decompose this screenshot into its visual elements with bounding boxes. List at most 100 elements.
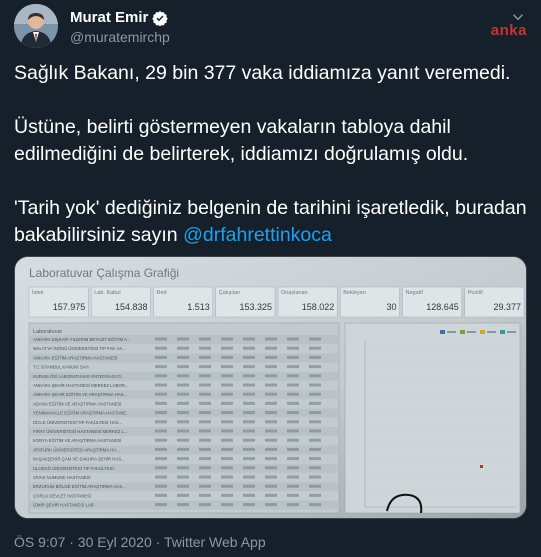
table-cell [287,438,299,442]
stat-value: 1.513 [187,302,210,312]
table-cell [243,337,255,341]
avatar-photo [14,4,58,48]
table-cell [243,438,255,442]
stat-label: Pozitif [468,290,483,296]
author-name-row[interactable]: Murat Emir [70,9,170,26]
lab-table-rows: ANKARA DIŞKAPI YILDIRIM BEYAZIT EĞİTİM A… [30,335,338,510]
table-cell [243,457,255,461]
table-cell [177,503,189,507]
table-cell [221,355,233,359]
table-cell [287,383,299,387]
table-cell [155,503,167,507]
table-cell [243,420,255,424]
table-cell [221,392,233,396]
table-cell [221,457,233,461]
stat-label: Onaylanan [281,290,308,296]
table-cell [177,365,189,369]
table-cell [221,438,233,442]
author-handle[interactable]: @muratemirchp [70,29,170,45]
tweet-timestamp[interactable]: ÖS 9:07 · 30 Eyl 2020 · Twitter Web App [14,534,266,550]
table-cell [155,346,167,350]
table-row-label: ATATÜRK ÜNİVERSİTESİ ARAŞTIRMA HA... [33,447,120,452]
author-display-name[interactable]: Murat Emir [70,9,148,26]
table-cell [265,411,277,415]
table-cell [199,374,211,378]
table-cell [309,355,321,359]
table-cell [177,493,189,497]
table-cell [199,411,211,415]
table-row-label: ADANA EĞİTİM VE ARAŞTIRMA HASTANESİ [33,401,122,406]
table-cell [287,466,299,470]
table-cell [177,383,189,387]
lab-table-header: Laboratuvar [33,329,63,335]
table-cell [309,457,321,461]
table-cell [243,484,255,488]
table-cell [243,365,255,369]
table-cell [221,420,233,424]
table-cell [287,346,299,350]
table-cell [221,383,233,387]
table-row-label: FIRAT ÜNİVERSİTESİ HASTANESİ MERKEZ L... [33,429,128,434]
table-cell [177,457,189,461]
tweet-photo[interactable]: Laboratuvar Çalışma Grafiği İstek 157.975… [14,256,527,519]
table-cell [221,484,233,488]
table-cell [265,365,277,369]
table-cell [221,466,233,470]
table-cell [221,374,233,378]
table-cell [309,475,321,479]
table-cell [243,392,255,396]
table-cell [309,447,321,451]
table-cell [199,475,211,479]
table-cell [243,355,255,359]
table-cell [221,346,233,350]
table-row-label: ÇORLU DEVLET HASTANESİ [33,493,91,498]
table-cell [287,475,299,479]
table-cell [265,493,277,497]
table-cell [309,346,321,350]
table-cell [287,484,299,488]
stat-value: 29.377 [493,302,521,312]
table-cell [221,365,233,369]
table-row-label: ERZURUM BÖLGE EĞİTİM ARAŞTIRMA HAS... [33,484,126,489]
table-row-label: ANKARA DIŞKAPI YILDIRIM BEYAZIT EĞİTİM A… [33,337,130,342]
table-cell [287,493,299,497]
table-cell [243,447,255,451]
table-cell [221,475,233,479]
table-cell [309,365,321,369]
table-cell [243,475,255,479]
table-cell [221,337,233,341]
table-row-label: ANKARA ŞEHİR HASTANESİ MERKEZ LABOR... [33,383,128,388]
author-avatar[interactable] [14,4,58,48]
legend-swatch [460,330,465,334]
table-cell [177,346,189,350]
table-cell [177,401,189,405]
table-cell [199,365,211,369]
table-cell [155,401,167,405]
table-cell [265,438,277,442]
table-cell [287,457,299,461]
tweet-header: Murat Emir @muratemirchp [14,4,527,48]
stat-label: Negatif [406,290,424,296]
table-cell [177,484,189,488]
table-cell [309,493,321,497]
table-cell [265,401,277,405]
table-cell [243,429,255,433]
red-dot [480,465,483,468]
table-row-label: KURUM ÖSİ LABORATUVAR ENTEGRASYO... [33,374,125,379]
table-cell [199,383,211,387]
table-row-label: ULUDAĞ ÜNİVERSİTESİ TIP FAKÜLTESİ [33,466,114,471]
legend-label [507,331,516,333]
table-cell [155,337,167,341]
table-cell [199,355,211,359]
stat-value: 30 [386,302,396,312]
table-cell [309,484,321,488]
table-row-label: İZMİR ŞEHİR HASTANESİ LAB [33,503,94,508]
mention-link[interactable]: @drfahrettinkoca [183,224,332,246]
table-cell [199,337,211,341]
table-cell [309,429,321,433]
table-cell [155,355,167,359]
table-cell [177,374,189,378]
table-cell [287,355,299,359]
table-cell [309,374,321,378]
legend-swatch [480,330,485,334]
